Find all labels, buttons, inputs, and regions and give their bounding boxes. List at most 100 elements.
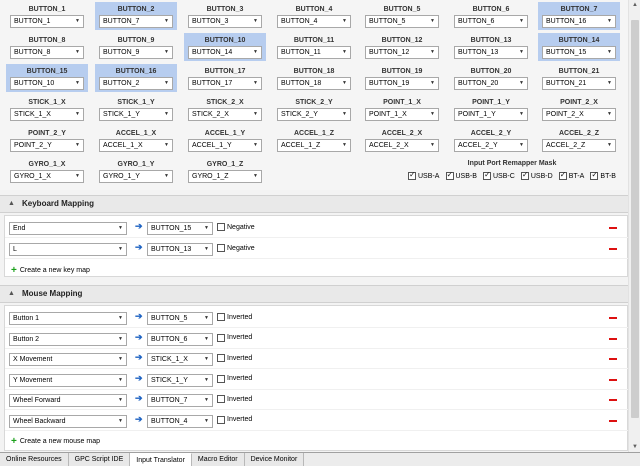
scroll-down-icon[interactable]: ▼ — [629, 442, 640, 452]
remap-select[interactable]: BUTTON_9 ▼ — [99, 46, 173, 59]
create-mapping-link[interactable]: + Create a new mouse map — [11, 436, 100, 447]
delete-mapping-icon[interactable] — [609, 337, 617, 340]
scroll-up-icon[interactable]: ▲ — [629, 0, 640, 10]
remap-select[interactable]: ACCEL_2_Y ▼ — [454, 139, 528, 152]
flag-option[interactable]: Inverted — [217, 313, 252, 321]
tab-device-monitor[interactable]: Device Monitor — [244, 453, 305, 466]
remap-select[interactable]: BUTTON_19 ▼ — [365, 77, 439, 90]
remap-select[interactable]: GYRO_1_Z ▼ — [188, 170, 262, 183]
source-select[interactable]: Button 1 ▼ — [9, 312, 127, 325]
remap-select[interactable]: BUTTON_18 ▼ — [277, 77, 351, 90]
target-select[interactable]: BUTTON_5 ▼ — [147, 312, 213, 325]
source-select[interactable]: Wheel Backward ▼ — [9, 414, 127, 428]
mask-option[interactable]: USB-A — [408, 170, 439, 180]
remap-select[interactable]: BUTTON_5 ▼ — [365, 15, 439, 28]
mask-option[interactable]: BT-A — [558, 170, 584, 180]
scrollbar-thumb[interactable] — [631, 20, 639, 418]
checkbox[interactable] — [217, 354, 225, 362]
target-select[interactable]: BUTTON_15 ▼ — [147, 222, 213, 235]
flag-option[interactable]: Negative — [217, 223, 255, 231]
flag-option[interactable]: Inverted — [217, 354, 252, 362]
target-select[interactable]: STICK_1_X ▼ — [147, 353, 213, 366]
delete-mapping-icon[interactable] — [609, 399, 617, 401]
source-select[interactable]: Y Movement ▼ — [9, 373, 127, 387]
flag-option[interactable]: Inverted — [217, 395, 252, 403]
remap-select[interactable]: ACCEL_2_Z ▼ — [542, 139, 616, 152]
remap-select[interactable]: BUTTON_16 ▼ — [542, 15, 616, 28]
checkbox[interactable] — [520, 170, 529, 180]
checkbox[interactable] — [483, 170, 491, 180]
source-select[interactable]: Button 2 ▼ — [9, 332, 127, 346]
checkbox[interactable] — [408, 170, 416, 180]
remap-select[interactable]: STICK_2_Y ▼ — [277, 108, 351, 121]
source-select[interactable]: X Movement ▼ — [9, 353, 127, 366]
remap-select[interactable]: BUTTON_6 ▼ — [454, 15, 528, 28]
checkbox[interactable] — [445, 170, 454, 180]
remap-select[interactable]: BUTTON_10 ▼ — [10, 77, 84, 90]
checkbox[interactable] — [217, 395, 225, 403]
remap-select[interactable]: STICK_1_X ▼ — [10, 108, 84, 121]
mask-option[interactable]: USB-D — [520, 170, 553, 180]
remap-select[interactable]: BUTTON_20 ▼ — [454, 77, 528, 90]
tab-macro-editor[interactable]: Macro Editor — [191, 453, 245, 466]
remap-select[interactable]: BUTTON_12 ▼ — [365, 46, 439, 59]
source-select[interactable]: End ▼ — [9, 222, 127, 235]
remap-select[interactable]: BUTTON_7 ▼ — [99, 15, 173, 28]
checkbox[interactable] — [217, 333, 225, 342]
tab-online-resources[interactable]: Online Resources — [0, 453, 69, 466]
delete-mapping-icon[interactable] — [609, 317, 617, 319]
remap-select[interactable]: BUTTON_3 ▼ — [188, 15, 262, 28]
remap-select[interactable]: STICK_1_Y ▼ — [99, 108, 173, 121]
flag-option[interactable]: Inverted — [217, 333, 252, 342]
flag-option[interactable]: Inverted — [217, 374, 252, 383]
mask-option[interactable]: USB-B — [445, 170, 477, 180]
create-mapping-link[interactable]: + Create a new key map — [11, 265, 90, 276]
checkbox[interactable] — [217, 223, 225, 231]
checkbox[interactable] — [217, 374, 225, 383]
mask-option[interactable]: USB-C — [483, 170, 515, 180]
target-select[interactable]: BUTTON_6 ▼ — [147, 332, 213, 346]
checkbox[interactable] — [590, 170, 599, 180]
remap-select[interactable]: POINT_2_X ▼ — [542, 108, 616, 121]
vertical-scrollbar[interactable]: ▲ ▼ — [628, 0, 640, 452]
remap-select[interactable]: GYRO_1_X ▼ — [10, 170, 84, 183]
delete-mapping-icon[interactable] — [609, 419, 617, 422]
checkbox[interactable] — [217, 313, 225, 321]
remap-select[interactable]: POINT_1_Y ▼ — [454, 108, 528, 121]
remap-select[interactable]: BUTTON_2 ▼ — [99, 77, 173, 90]
remap-select[interactable]: BUTTON_13 ▼ — [454, 46, 528, 59]
target-select[interactable]: STICK_1_Y ▼ — [147, 373, 213, 387]
collapse-chevron-icon[interactable]: ▲ — [8, 286, 15, 302]
delete-mapping-icon[interactable] — [609, 378, 617, 381]
checkbox[interactable] — [217, 244, 225, 252]
remap-select[interactable]: ACCEL_1_X ▼ — [99, 139, 173, 152]
target-select[interactable]: BUTTON_13 ▼ — [147, 243, 213, 256]
remap-select[interactable]: POINT_2_Y ▼ — [10, 139, 84, 152]
remap-select[interactable]: POINT_1_X ▼ — [365, 108, 439, 121]
tab-input-translator[interactable]: Input Translator — [130, 453, 192, 466]
remap-select[interactable]: ACCEL_1_Y ▼ — [188, 139, 262, 152]
remap-select[interactable]: ACCEL_2_X ▼ — [365, 139, 439, 152]
tab-gpc-script-ide[interactable]: GPC Script IDE — [68, 453, 131, 466]
remap-select[interactable]: BUTTON_1 ▼ — [10, 15, 84, 28]
delete-mapping-icon[interactable] — [609, 248, 617, 250]
mask-option[interactable]: BT-B — [590, 170, 616, 180]
source-select[interactable]: L ▼ — [9, 243, 127, 256]
remap-select[interactable]: BUTTON_4 ▼ — [277, 15, 351, 28]
collapse-chevron-icon[interactable]: ▲ — [8, 196, 15, 212]
mouse-mapping-header[interactable]: ▲ Mouse Mapping — [0, 285, 628, 303]
remap-select[interactable]: BUTTON_11 ▼ — [277, 46, 351, 59]
checkbox[interactable] — [217, 415, 225, 424]
remap-select[interactable]: BUTTON_8 ▼ — [10, 46, 84, 59]
remap-select[interactable]: BUTTON_15 ▼ — [542, 46, 616, 59]
remap-select[interactable]: GYRO_1_Y ▼ — [99, 170, 173, 183]
target-select[interactable]: BUTTON_4 ▼ — [147, 414, 213, 428]
remap-select[interactable]: ACCEL_1_Z ▼ — [277, 139, 351, 152]
remap-select[interactable]: STICK_2_X ▼ — [188, 108, 262, 121]
remap-select[interactable]: BUTTON_17 ▼ — [188, 77, 262, 90]
target-select[interactable]: BUTTON_7 ▼ — [147, 394, 213, 407]
remap-select[interactable]: BUTTON_21 ▼ — [542, 77, 616, 90]
remap-select[interactable]: BUTTON_14 ▼ — [188, 46, 262, 59]
source-select[interactable]: Wheel Forward ▼ — [9, 394, 127, 407]
flag-option[interactable]: Inverted — [217, 415, 252, 424]
